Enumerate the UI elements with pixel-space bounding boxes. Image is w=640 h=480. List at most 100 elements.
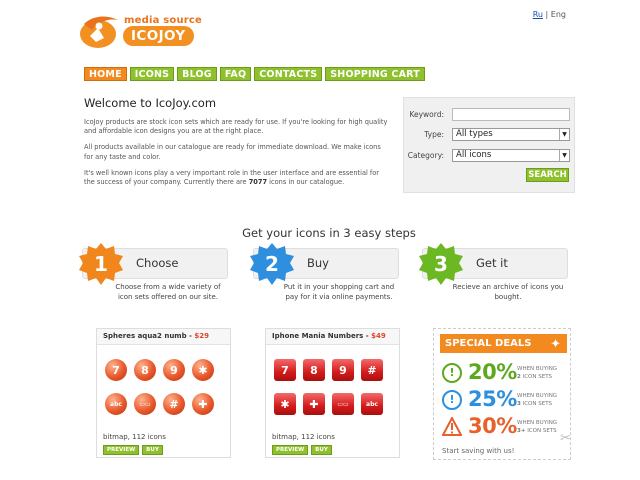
steps-title: Get your icons in 3 easy steps <box>242 226 416 240</box>
product-card: Iphone Mania Numbers - $49 7 8 9 # ✱ ✚ ▭… <box>265 328 400 458</box>
sphere-eight-icon: 8 <box>134 359 156 381</box>
svg-text:1: 1 <box>94 252 108 276</box>
key-abc-text: abc <box>366 400 378 408</box>
product-icon-grid: 7 8 9 # ✱ ✚ ▭▭ abc <box>274 359 394 415</box>
lang-ru-link[interactable]: Ru <box>533 10 543 19</box>
sphere-voicemail-icon: ▭▭ <box>134 393 156 415</box>
product-title[interactable]: Iphone Mania Numbers - $49 <box>266 329 399 345</box>
search-button[interactable]: SEARCH <box>526 168 569 182</box>
step-1-badge-icon: 1 <box>79 243 123 285</box>
step-2-badge-icon: 2 <box>250 243 294 285</box>
deal-note-prefix: WHEN BUYING <box>517 366 558 372</box>
buy-button[interactable]: BUY <box>311 445 332 455</box>
deal-note: WHEN BUYING 2 ICON SETS <box>517 365 557 381</box>
sphere-abc-icon: abc <box>105 393 127 415</box>
main-nav: HOME ICONS BLOG FAQ CONTACTS SHOPPING CA… <box>84 67 425 81</box>
type-label: Type: <box>424 130 444 139</box>
key-voicemail-text: ▭▭ <box>337 400 349 408</box>
nav-faq[interactable]: FAQ <box>219 67 252 81</box>
welcome-p3-end: icons in our catalogue. <box>267 178 345 187</box>
key-hash-icon: # <box>361 359 383 381</box>
nav-contacts[interactable]: CONTACTS <box>254 67 323 81</box>
deal-alert-icon: ! <box>442 363 462 383</box>
special-deals-panel: SPECIAL DEALS ✦ ! 20% WHEN BUYING 2 ICON … <box>433 328 571 460</box>
magic-wand-icon: ✦ <box>550 337 561 352</box>
product-actions: PREVIEW BUY <box>103 445 163 455</box>
sphere-plus-icon: ✚ <box>192 393 214 415</box>
key-eight-icon: 8 <box>303 359 325 381</box>
deal-percent: 30% <box>468 414 517 438</box>
type-select-value: All types <box>456 129 493 139</box>
sphere-voicemail-text: ▭▭ <box>139 400 151 408</box>
product-title[interactable]: Spheres aqua2 numb - $29 <box>97 329 230 345</box>
preview-button[interactable]: PREVIEW <box>272 445 309 455</box>
logo-name: ICOJOY <box>123 26 194 46</box>
page: media source ICOJOY Ru | Eng HOME ICONS … <box>0 0 640 480</box>
product-actions: PREVIEW BUY <box>272 445 332 455</box>
search-panel: Keyword: Type: All types ▼ Category: All… <box>403 97 575 193</box>
special-deals-title: SPECIAL DEALS ✦ <box>440 334 567 353</box>
deal-row[interactable]: ! 25% WHEN BUYING 3 ICON SETS <box>442 387 567 413</box>
welcome-section: Welcome to IcoJoy.com IcoJoy products ar… <box>84 96 389 194</box>
site-logo[interactable]: media source ICOJOY <box>78 12 208 52</box>
nav-shopping-cart[interactable]: SHOPPING CART <box>325 67 425 81</box>
welcome-paragraph-3: It's well known icons play a very import… <box>84 169 389 187</box>
step-1-title: Choose <box>136 256 179 270</box>
welcome-paragraph-1: IcoJoy products are stock icon sets whic… <box>84 118 388 136</box>
deal-percent: 20% <box>468 360 517 384</box>
deal-note-suffix: ICON SETS <box>522 374 553 380</box>
warning-triangle-icon <box>442 417 462 436</box>
key-voicemail-icon: ▭▭ <box>332 393 354 415</box>
deal-note-suffix: ICON SETS <box>527 428 557 434</box>
product-price: $49 <box>371 332 386 340</box>
keyword-label: Keyword: <box>409 110 444 119</box>
deal-count: 3 <box>517 401 521 407</box>
step-3-title: Get it <box>476 256 508 270</box>
key-plus-icon: ✚ <box>303 393 325 415</box>
deal-count: 3+ <box>517 428 526 434</box>
category-label: Category: <box>407 151 444 160</box>
deal-percent: 25% <box>468 387 517 411</box>
deal-count: 2 <box>517 374 521 380</box>
lang-separator: | <box>545 10 549 19</box>
logo-mark-icon <box>80 16 118 48</box>
product-card: Spheres aqua2 numb - $29 7 8 9 ✱ abc ▭▭ … <box>96 328 231 458</box>
key-abc-icon: abc <box>361 393 383 415</box>
special-deals-label: SPECIAL DEALS <box>445 338 532 349</box>
deals-footer: Start saving with us! <box>442 447 515 455</box>
deal-note: WHEN BUYING 3 ICON SETS <box>517 392 557 408</box>
lang-en-current: Eng <box>550 10 566 19</box>
type-select[interactable]: All types ▼ <box>452 128 570 141</box>
product-name: Spheres aqua2 numb <box>103 332 187 340</box>
step-2-desc: Put it in your shopping cart and pay for… <box>283 283 395 301</box>
product-icon-grid: 7 8 9 ✱ abc ▭▭ # ✚ <box>105 359 225 415</box>
product-meta: bitmap, 112 icons <box>272 433 335 441</box>
deal-note-prefix: WHEN BUYING <box>517 393 558 399</box>
deal-note-suffix: ICON SETS <box>522 401 553 407</box>
buy-button[interactable]: BUY <box>142 445 163 455</box>
nav-blog[interactable]: BLOG <box>177 67 217 81</box>
keyword-input[interactable] <box>452 108 570 121</box>
scissors-icon: ✂ <box>560 431 571 446</box>
welcome-title: Welcome to IcoJoy.com <box>84 96 217 110</box>
deal-alert-icon: ! <box>442 390 462 410</box>
category-select[interactable]: All icons ▼ <box>452 149 570 162</box>
welcome-paragraph-2: All products available in our catalogue … <box>84 143 381 161</box>
sphere-hash-icon: # <box>163 393 185 415</box>
deal-row[interactable]: ! 20% WHEN BUYING 2 ICON SETS <box>442 360 567 386</box>
key-nine-icon: 9 <box>332 359 354 381</box>
category-select-value: All icons <box>456 150 492 160</box>
step-2-title: Buy <box>307 256 329 270</box>
preview-button[interactable]: PREVIEW <box>103 445 140 455</box>
key-asterisk-icon: ✱ <box>274 393 296 415</box>
sphere-seven-icon: 7 <box>105 359 127 381</box>
logo-tagline: media source <box>124 15 203 26</box>
svg-text:2: 2 <box>265 252 279 276</box>
chevron-down-icon: ▼ <box>559 150 569 161</box>
nav-home[interactable]: HOME <box>84 67 127 81</box>
svg-text:3: 3 <box>434 252 448 276</box>
deal-row[interactable]: 30% WHEN BUYING 3+ ICON SETS <box>442 414 567 440</box>
icon-count: 7077 <box>248 178 268 187</box>
nav-icons[interactable]: ICONS <box>129 67 175 81</box>
product-price: $29 <box>194 332 210 340</box>
